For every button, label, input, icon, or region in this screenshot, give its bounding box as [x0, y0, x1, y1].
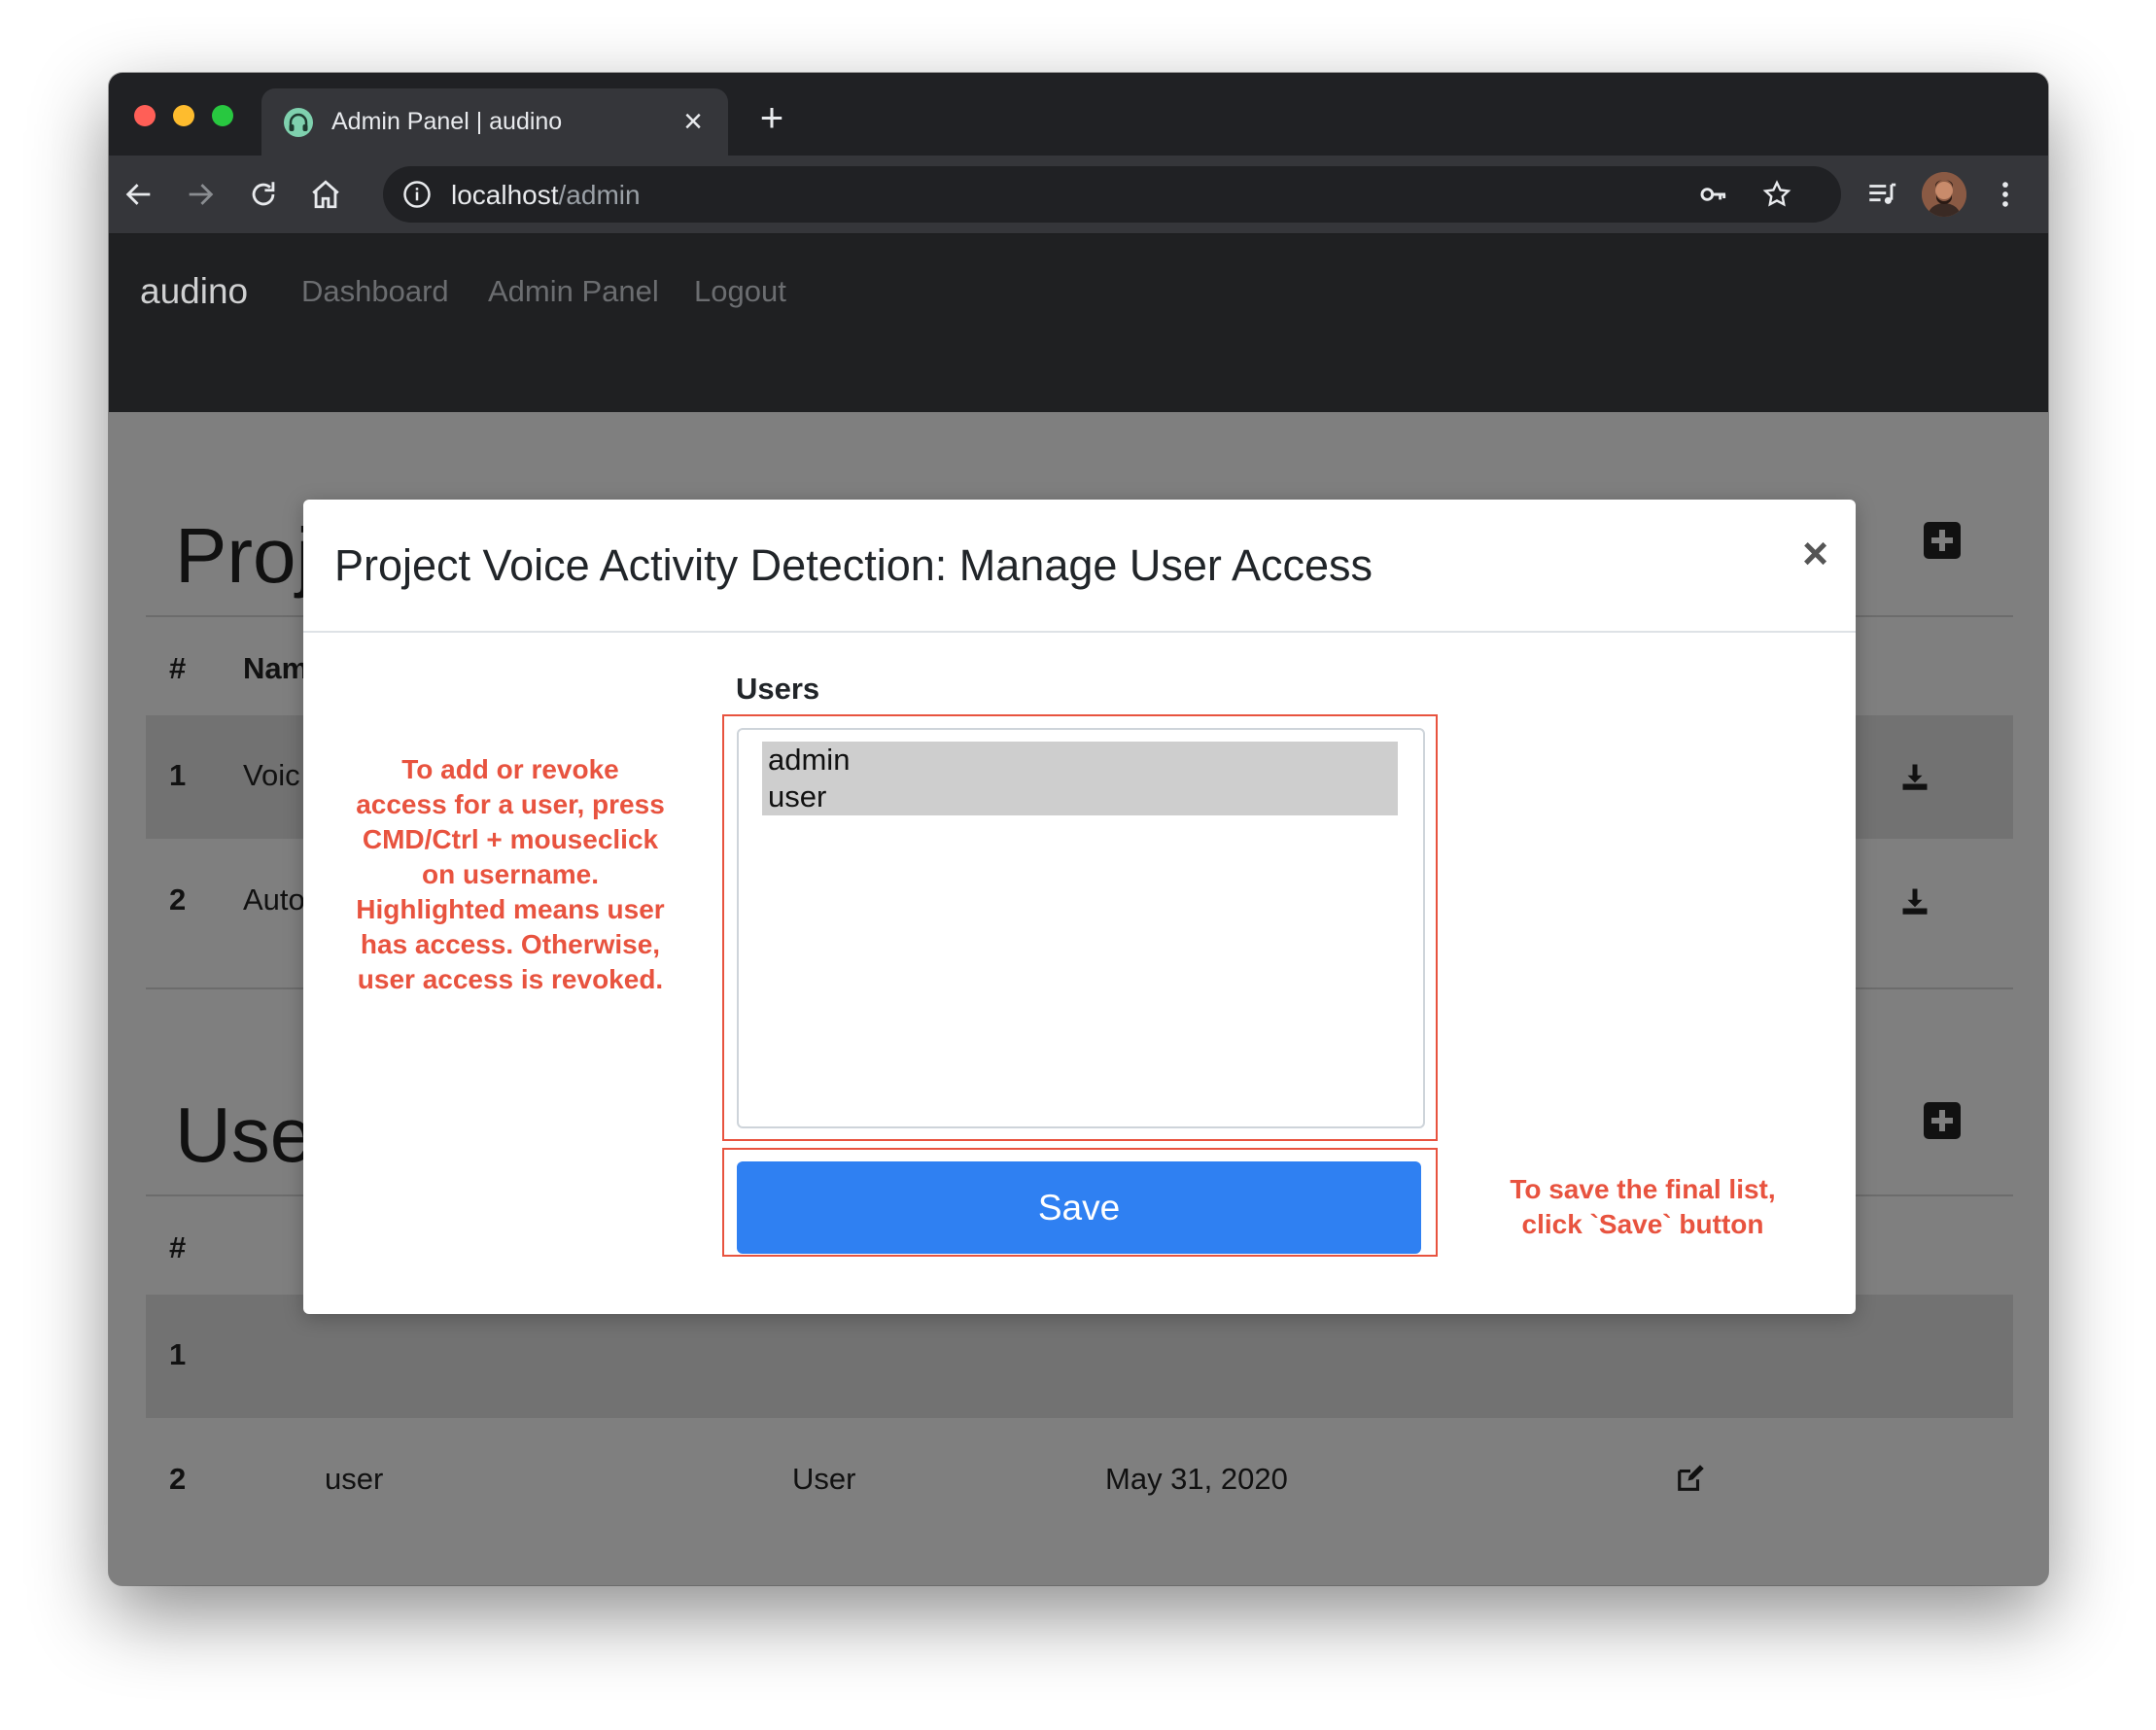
annotation-line: CMD/Ctrl + mouseclick: [362, 824, 659, 854]
reload-button[interactable]: [240, 171, 287, 218]
modal-divider: [303, 631, 1856, 633]
arrow-right-icon: [189, 184, 214, 205]
key-icon: [1700, 188, 1726, 201]
home-icon: [312, 180, 339, 209]
nav-link-admin-panel[interactable]: Admin Panel: [488, 274, 659, 309]
app-navbar: audino Dashboard Admin Panel Logout: [109, 234, 2048, 412]
playlist-music-icon: [1869, 183, 1896, 204]
manage-user-access-modal: Project Voice Activity Detection: Manage…: [303, 500, 1856, 1314]
address-bar[interactable]: localhost/admin: [383, 166, 1841, 223]
user-option-user[interactable]: user: [768, 779, 826, 814]
headphones-icon: [284, 108, 313, 137]
reload-icon: [252, 182, 275, 206]
bookmark-button[interactable]: [1754, 171, 1800, 218]
users-heading: Use: [175, 1091, 314, 1178]
nav-link-logout[interactable]: Logout: [694, 274, 786, 309]
annotation-line: To add or revoke: [401, 754, 619, 784]
user-row-id: 1: [169, 1337, 187, 1371]
user-row-id: 2: [169, 1462, 187, 1496]
users-multiselect[interactable]: admin user: [737, 728, 1425, 1128]
add-project-button[interactable]: [1924, 522, 1961, 559]
selected-options-highlight: [762, 742, 1398, 815]
projects-col-id: #: [169, 651, 187, 685]
url-path: /admin: [558, 180, 641, 210]
back-button[interactable]: [116, 171, 162, 218]
add-user-button[interactable]: [1924, 1102, 1961, 1139]
tab-close-icon[interactable]: ×: [676, 100, 711, 143]
browser-menu-button[interactable]: [1982, 171, 2029, 218]
projects-col-name: Nam: [243, 651, 309, 685]
project-row-name[interactable]: Auto: [243, 882, 305, 917]
more-vertical-icon: [2002, 182, 2008, 207]
access-instructions-annotation: To add or revoke access for a user, pres…: [330, 752, 690, 997]
home-button[interactable]: [302, 171, 349, 218]
download-icon[interactable]: [1900, 886, 1930, 916]
url-text: localhost/admin: [451, 180, 641, 211]
annotation-line: user access is revoked.: [357, 964, 664, 994]
browser-toolbar: localhost/admin: [109, 156, 2048, 234]
media-control-button[interactable]: [1859, 171, 1905, 218]
page-content: Projects # Nam 1 Voic 2 Auto Use # 1 2 u…: [109, 412, 2048, 1585]
user-option-admin[interactable]: admin: [768, 743, 850, 778]
minimize-window-button[interactable]: [173, 105, 194, 126]
info-icon[interactable]: [402, 180, 432, 209]
tab-strip: Admin Panel | audino × +: [109, 73, 2048, 156]
project-row-id: 2: [169, 882, 187, 917]
tab-title: Admin Panel | audino: [331, 108, 563, 135]
users-field-label: Users: [736, 672, 820, 706]
users-col-id: #: [169, 1230, 187, 1264]
download-icon[interactable]: [1900, 762, 1930, 791]
annotation-line: To save the final list,: [1510, 1174, 1776, 1204]
avatar-icon: [1922, 172, 1966, 217]
edit-icon[interactable]: [1676, 1464, 1705, 1493]
project-row-id: 1: [169, 758, 187, 792]
arrow-left-icon: [125, 184, 151, 205]
annotation-line: access for a user, press: [356, 789, 665, 819]
save-button[interactable]: Save: [737, 1161, 1421, 1254]
annotation-line: on username.: [421, 859, 600, 889]
user-row-created: May 31, 2020: [1105, 1462, 1288, 1496]
save-instructions-annotation: To save the final list, click `Save` but…: [1448, 1172, 1837, 1242]
new-tab-button[interactable]: +: [750, 96, 793, 139]
close-icon[interactable]: ×: [1802, 529, 1828, 577]
browser-tab[interactable]: Admin Panel | audino ×: [261, 88, 728, 156]
annotation-line: has access. Otherwise,: [360, 929, 661, 959]
annotation-line: click `Save` button: [1521, 1209, 1764, 1239]
maximize-window-button[interactable]: [212, 105, 233, 126]
forward-button[interactable]: [177, 171, 224, 218]
url-host: localhost: [451, 180, 559, 210]
profile-avatar[interactable]: [1922, 172, 1966, 217]
modal-title: Project Voice Activity Detection: Manage…: [334, 540, 1373, 590]
annotation-line: Highlighted means user: [356, 894, 665, 924]
user-row-role: User: [792, 1462, 856, 1496]
password-key-button[interactable]: [1690, 171, 1737, 218]
star-icon: [1762, 180, 1791, 207]
project-row-name[interactable]: Voic: [243, 758, 300, 793]
close-window-button[interactable]: [134, 105, 156, 126]
user-row-username: user: [325, 1462, 384, 1496]
browser-window: Admin Panel | audino × + localhost/admin: [109, 73, 2048, 1585]
brand-logo[interactable]: audino: [140, 271, 248, 312]
nav-link-dashboard[interactable]: Dashboard: [301, 274, 449, 309]
